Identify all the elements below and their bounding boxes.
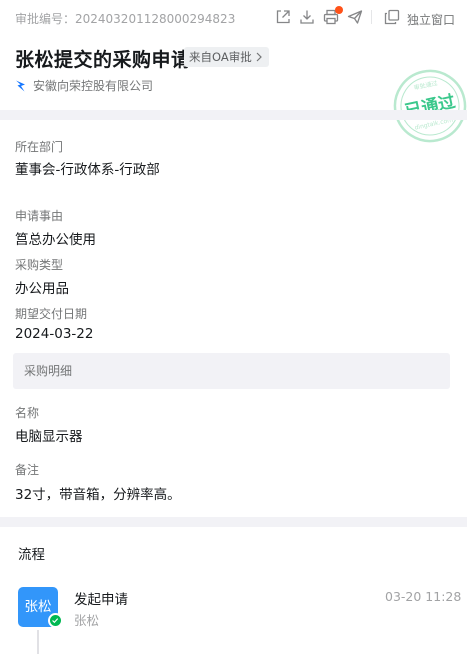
stamp-top-text: 审批通过 <box>413 79 438 92</box>
check-icon <box>48 613 63 628</box>
field-label-department: 所在部门 <box>15 140 64 154</box>
company-name: 安徽向荣控股有限公司 <box>33 79 154 93</box>
field-label-reason: 申请事由 <box>15 209 64 223</box>
field-value-purchase-type: 办公用品 <box>15 281 69 297</box>
toolbar-divider <box>371 10 372 24</box>
source-tag[interactable]: 来自OA审批 <box>184 47 269 67</box>
field-label-delivery-date: 期望交付日期 <box>15 307 88 321</box>
field-value-remark: 32寸，带音箱，分辨率高。 <box>15 487 181 503</box>
field-label-purchase-type: 采购类型 <box>15 258 64 272</box>
notification-dot <box>335 6 343 14</box>
field-value-reason: 筥总办公使用 <box>15 232 96 248</box>
flow-step-user: 张松 <box>74 613 100 628</box>
approved-stamp-icon: 审批通过 已通过 dingtalk.com <box>393 69 467 143</box>
field-label-item-name: 名称 <box>15 406 40 420</box>
field-value-delivery-date: 2024-03-22 <box>15 326 94 342</box>
purchase-detail-header: 采购明细 <box>13 353 450 389</box>
open-window-icon[interactable] <box>383 8 401 26</box>
source-tag-label: 来自OA审批 <box>189 50 252 64</box>
flow-connector <box>37 630 39 654</box>
section-divider <box>0 517 467 527</box>
top-bar: 审批编号：202403201128000294823 独立窗口 <box>0 0 467 36</box>
approval-number: 审批编号：202403201128000294823 <box>15 12 236 26</box>
flow-step-title: 发起申请 <box>74 592 128 608</box>
dingtalk-logo-icon <box>16 80 25 92</box>
field-label-remark: 备注 <box>15 463 40 477</box>
share-icon[interactable] <box>274 8 292 26</box>
open-window-label[interactable]: 独立窗口 <box>407 11 455 28</box>
field-value-department: 董事会-行政体系-行政部 <box>15 162 160 178</box>
page-title: 张松提交的采购申请 <box>15 49 191 71</box>
flow-step-time: 03-20 11:28 <box>385 589 462 604</box>
section-divider <box>0 110 467 120</box>
download-icon[interactable] <box>298 8 316 26</box>
field-value-item-name: 电脑显示器 <box>15 429 83 445</box>
company-row: 安徽向荣控股有限公司 <box>15 77 153 94</box>
chevron-right-icon <box>256 52 262 62</box>
flow-title: 流程 <box>18 547 45 563</box>
send-icon[interactable] <box>346 8 364 26</box>
